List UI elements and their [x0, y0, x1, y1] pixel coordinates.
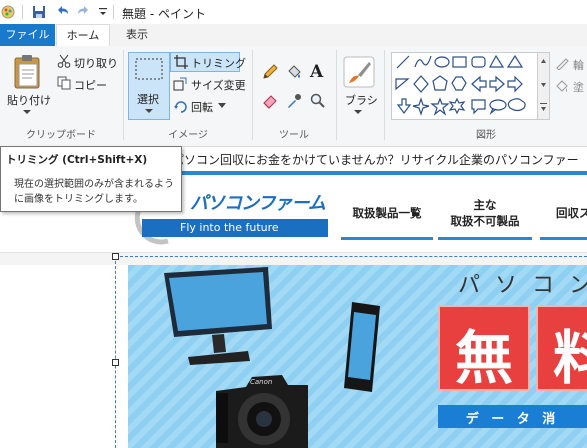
crop-button[interactable]: トリミング: [170, 52, 246, 72]
logo-tagline: Fly into the future: [180, 221, 279, 234]
tooltip-body: 現在の選択範囲のみが含まれるように画像をトリミングします。: [14, 179, 174, 205]
logo-text: パソコンファーム: [190, 193, 326, 214]
copy-button[interactable]: コピー: [74, 77, 107, 93]
tab-file[interactable]: ファイル: [0, 24, 55, 46]
cut-button[interactable]: 切り取り: [74, 55, 118, 71]
tab-view[interactable]: 表示: [112, 24, 162, 46]
shapes-gallery-scroll[interactable]: [537, 52, 550, 120]
select-dropdown-chevron-icon[interactable]: [144, 107, 154, 115]
crop-tooltip: トリミング (Ctrl+Shift+X) 現在の選択範囲のみが含まれるように画像…: [0, 146, 182, 212]
text-tool-icon[interactable]: A: [310, 62, 323, 82]
nav-unsupported-line2[interactable]: 取扱不可製品: [440, 213, 530, 229]
brush-icon[interactable]: [343, 56, 375, 88]
selection-handle[interactable]: [112, 253, 119, 260]
paste-icon[interactable]: [12, 54, 42, 90]
fill-bucket-icon[interactable]: [286, 64, 302, 80]
resize-button[interactable]: サイズ変更: [191, 77, 246, 93]
title-bar: 無題 - ペイント: [0, 0, 587, 24]
color-picker-icon[interactable]: [286, 93, 302, 109]
eraser-icon[interactable]: [262, 93, 278, 109]
nav-collection-underline: [540, 237, 587, 240]
copy-icon[interactable]: [57, 76, 71, 90]
selection-marquee[interactable]: [115, 256, 587, 448]
outline-button[interactable]: 輪: [573, 57, 584, 73]
banner-text: パソコン回収にお金をかけていませんか？リサイクル企業のパソコンファー: [172, 153, 579, 167]
gallery-scroll-arrows-icon[interactable]: [538, 53, 549, 119]
ribbon-tabs: ファイル ホーム 表示: [0, 24, 587, 48]
shapes-group-label: 図形: [476, 130, 496, 141]
window-title: 無題 - ペイント: [122, 7, 206, 21]
nav-unsupported-line1[interactable]: 主な: [440, 197, 530, 213]
image-group-label: イメージ: [168, 130, 208, 141]
rotate-dropdown-chevron-icon[interactable]: [218, 103, 226, 109]
shapes-gallery: [391, 52, 539, 120]
nav-products[interactable]: 取扱製品一覧: [343, 205, 431, 221]
magnifier-icon[interactable]: [310, 93, 326, 109]
paste-dropdown-chevron-icon[interactable]: [22, 108, 32, 116]
resize-icon[interactable]: [173, 77, 187, 91]
outline-icon[interactable]: [555, 56, 569, 70]
paint-app-icon[interactable]: [0, 4, 16, 20]
rotate-icon[interactable]: [173, 99, 187, 113]
tab-home[interactable]: ホーム: [56, 24, 110, 48]
fill-icon[interactable]: [555, 78, 569, 92]
customize-toolbar-chevron-icon[interactable]: [97, 6, 109, 18]
brushes-button[interactable]: ブラシ: [345, 92, 378, 108]
select-button[interactable]: 選択: [128, 52, 170, 120]
ribbon: 貼り付け 切り取り コピー クリップボード 選択 トリミング サイズ変更 回転 …: [0, 46, 587, 147]
scissors-icon[interactable]: [57, 54, 71, 68]
tools-group-label: ツール: [279, 130, 309, 141]
nav-collection[interactable]: 回収ス: [556, 205, 587, 221]
crop-label: トリミング: [191, 57, 246, 70]
selection-handle[interactable]: [112, 359, 119, 366]
group-separator: [336, 50, 337, 140]
undo-icon[interactable]: [54, 4, 70, 20]
divider: [113, 5, 114, 19]
save-icon[interactable]: [31, 4, 47, 20]
divider: [22, 5, 23, 19]
rotate-button[interactable]: 回転: [191, 99, 213, 115]
nav-products-underline: [341, 237, 433, 240]
fill-button[interactable]: 塗: [573, 79, 584, 95]
select-label: 選択: [137, 93, 159, 106]
clipboard-group-label: クリップボード: [26, 130, 96, 141]
brushes-dropdown-chevron-icon[interactable]: [353, 108, 363, 116]
nav-unsupported-underline: [438, 237, 532, 240]
paste-button[interactable]: 貼り付け: [7, 92, 51, 108]
pencil-icon[interactable]: [262, 64, 278, 80]
shapes-gallery-icons[interactable]: [392, 53, 538, 119]
redo-icon[interactable]: [76, 4, 92, 20]
select-rectangle-icon: [135, 58, 163, 80]
crop-icon: [174, 55, 188, 69]
tooltip-title: トリミング (Ctrl+Shift+X): [6, 154, 148, 166]
